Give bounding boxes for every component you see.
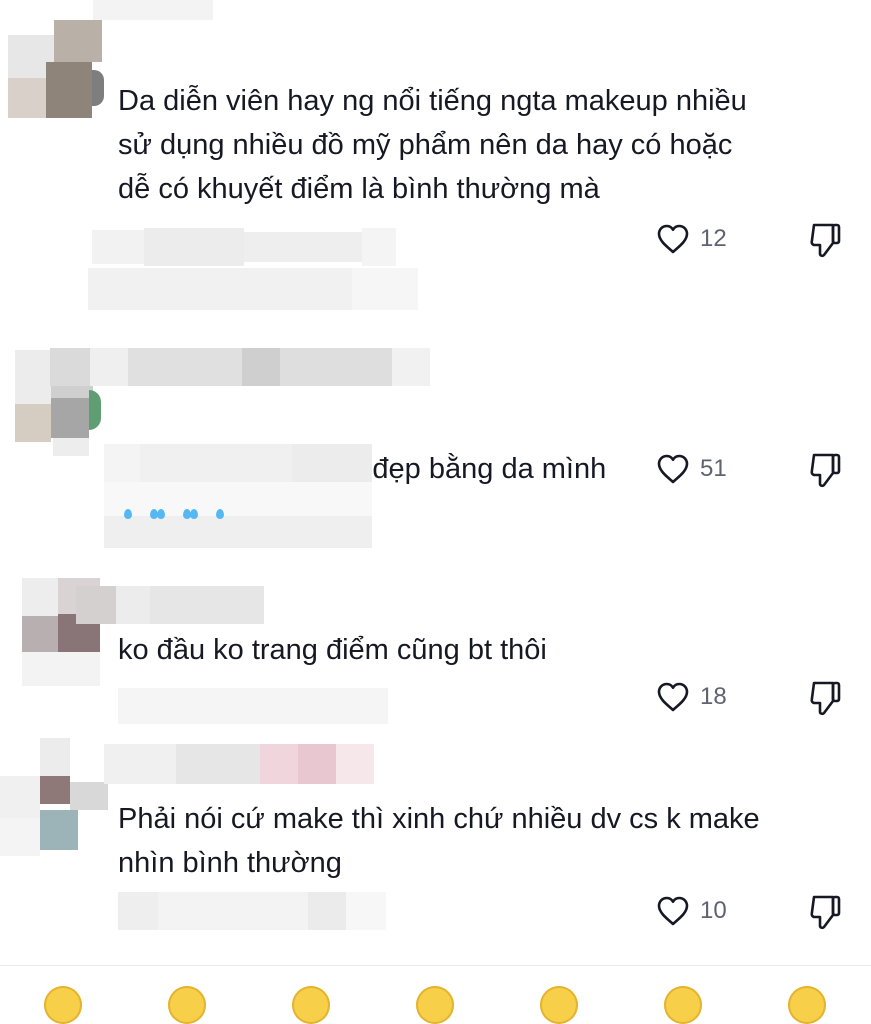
comment-text: ko đầu ko trang điểm cũng bt thôi (118, 634, 547, 666)
like-button[interactable] (652, 680, 694, 714)
username-blur (76, 586, 266, 624)
dislike-button[interactable] (806, 678, 846, 718)
comment-item: Phải nói cứ make thì xinh chứ nhiều dv c… (0, 738, 871, 958)
thumbs-down-icon (810, 223, 841, 258)
comment-meta-blur (104, 444, 372, 548)
comment-text: Phải nói cứ make thì xinh chứ nhiều dv c… (118, 803, 760, 879)
comment-actions: 12 (652, 222, 852, 258)
comment-meta-blur (118, 892, 386, 932)
thumbs-down-icon (810, 895, 841, 930)
like-count: 12 (700, 225, 727, 252)
emoji-reaction-icon[interactable] (664, 986, 702, 1024)
avatar[interactable] (0, 738, 110, 856)
comment-actions: 51 (652, 452, 852, 488)
reaction-bar (0, 986, 871, 1024)
emoji-reaction-icon[interactable] (416, 986, 454, 1024)
heart-icon (657, 682, 689, 712)
emoji-reaction-icon[interactable] (168, 986, 206, 1024)
comment-text: Da diễn viên hay ng nổi tiếng ngta makeu… (118, 85, 747, 205)
like-button[interactable] (652, 894, 694, 928)
emoji-reaction-icon[interactable] (788, 986, 826, 1024)
dislike-button[interactable] (806, 892, 846, 932)
comment-actions: 10 (652, 894, 852, 930)
comment-meta-blur (118, 688, 388, 724)
username-blur (104, 744, 374, 784)
emoji-reaction-icon[interactable] (292, 986, 330, 1024)
thumbs-down-icon (810, 681, 841, 716)
avatar[interactable] (8, 20, 108, 120)
like-button[interactable] (652, 452, 694, 486)
comment-item: ko đầu ko trang điểm cũng bt thôi 18 (0, 576, 871, 726)
like-count: 51 (700, 455, 727, 482)
heart-icon (657, 896, 689, 926)
username-blur (50, 348, 430, 386)
comment-actions: 18 (652, 680, 852, 716)
like-button[interactable] (652, 222, 694, 256)
comment-item: Da thường có khi k đẹp bằng da mình 51 (0, 340, 871, 560)
like-count: 10 (700, 897, 727, 924)
emoji-reaction-icon[interactable] (44, 986, 82, 1024)
dislike-button[interactable] (806, 450, 846, 490)
username-blur (93, 0, 213, 20)
comment-meta-blur (88, 228, 428, 318)
like-count: 18 (700, 683, 727, 710)
comment-item: Da diễn viên hay ng nổi tiếng ngta makeu… (0, 0, 871, 320)
heart-icon (657, 224, 689, 254)
divider (0, 965, 871, 966)
emoji-reaction-icon[interactable] (540, 986, 578, 1024)
thumbs-down-icon (810, 453, 841, 488)
dislike-button[interactable] (806, 220, 846, 260)
heart-icon (657, 454, 689, 484)
